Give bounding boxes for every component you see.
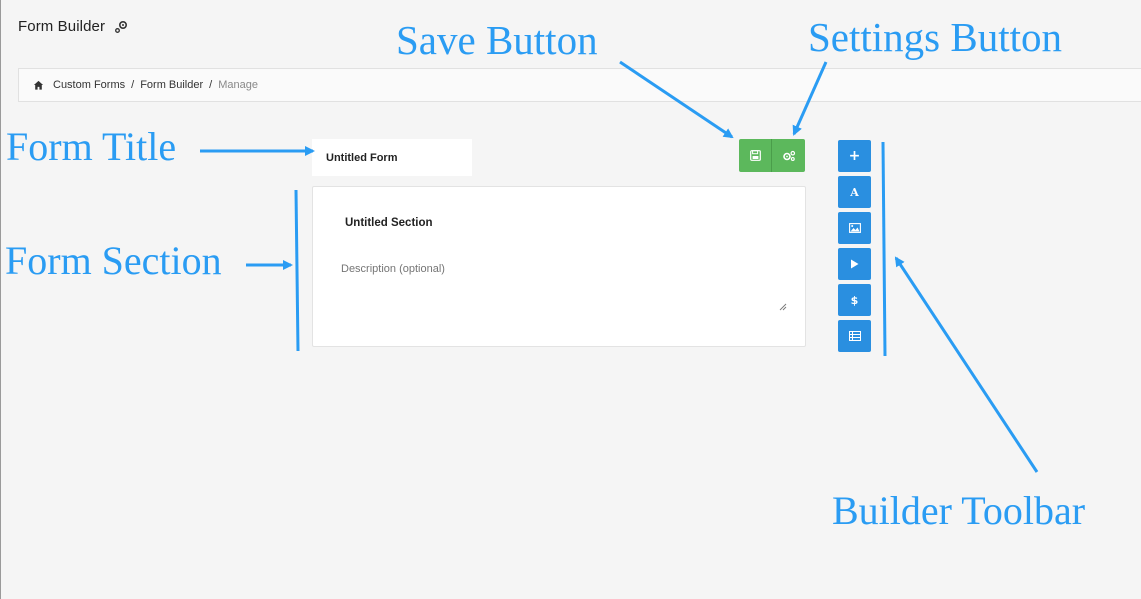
settings-button[interactable] [772, 139, 805, 172]
breadcrumb-custom-forms[interactable]: Custom Forms [53, 79, 125, 91]
breadcrumb: Custom Forms / Form Builder / Manage [18, 68, 1141, 102]
add-text-button[interactable]: A [838, 176, 871, 208]
form-section-bracket [294, 189, 300, 352]
save-icon [749, 150, 761, 161]
breadcrumb-separator: / [131, 79, 135, 91]
annotation-builder-toolbar: Builder Toolbar [832, 488, 1086, 533]
add-payment-button[interactable]: $ [838, 284, 871, 316]
builder-toolbar-arrow [894, 256, 1039, 473]
breadcrumb-separator: / [209, 79, 213, 91]
section-title[interactable]: Untitled Section [345, 217, 433, 229]
form-title-input[interactable]: Untitled Form [312, 139, 472, 176]
text-icon: A [850, 185, 859, 199]
section-description-field[interactable] [341, 263, 791, 311]
form-action-buttons [739, 139, 805, 172]
page-header: Form Builder [18, 18, 129, 35]
add-image-button[interactable] [838, 212, 871, 244]
plus-icon: + [848, 148, 861, 164]
annotation-form-title: Form Title [6, 124, 177, 169]
save-button[interactable] [739, 139, 772, 172]
window-edge [0, 0, 1, 599]
annotation-form-section: Form Section [5, 238, 222, 283]
breadcrumb-form-builder[interactable]: Form Builder [140, 79, 203, 91]
builder-toolbar-bracket [881, 141, 887, 357]
annotation-settings-button: Settings Button [808, 14, 1063, 60]
home-icon[interactable] [33, 80, 44, 91]
builder-toolbar: + A $ [838, 140, 871, 352]
breadcrumb-manage: Manage [218, 79, 258, 91]
annotation-save-button: Save Button [396, 17, 598, 63]
resize-handle-icon[interactable] [779, 303, 787, 311]
play-icon [851, 259, 859, 269]
page-title: Form Builder [18, 18, 106, 35]
gears-icon [782, 150, 795, 161]
dollar-icon: $ [850, 293, 859, 307]
add-list-button[interactable] [838, 320, 871, 352]
add-video-button[interactable] [838, 248, 871, 280]
gears-icon[interactable] [113, 19, 129, 35]
add-field-button[interactable]: + [838, 140, 871, 172]
form-section-card: Untitled Section [312, 186, 806, 347]
image-icon [848, 223, 861, 233]
list-icon [848, 331, 861, 341]
